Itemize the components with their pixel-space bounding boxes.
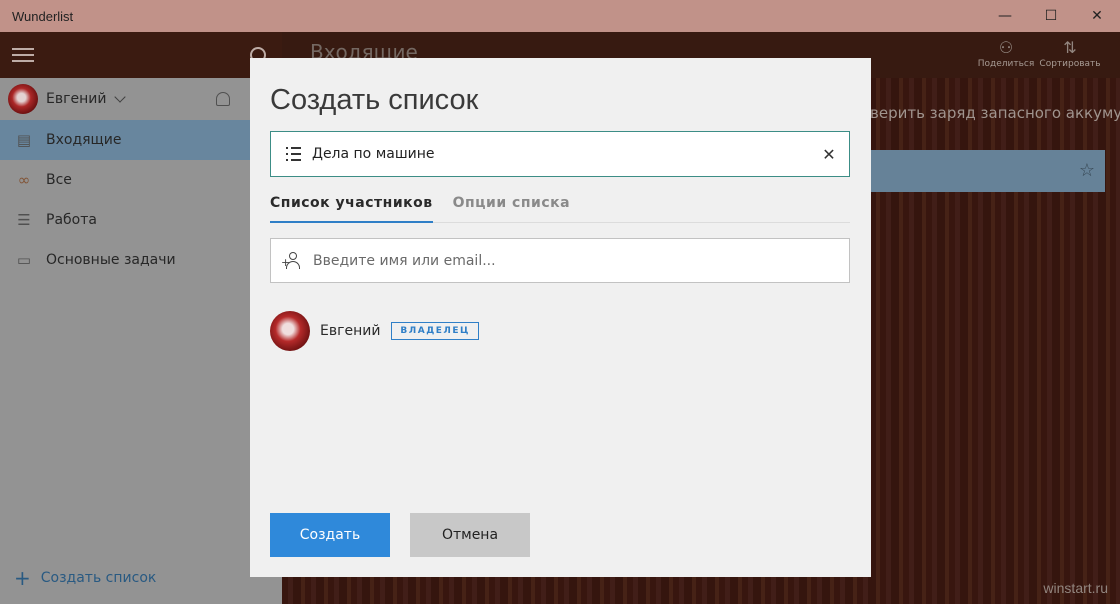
tab-members[interactable]: Список участников	[270, 195, 433, 223]
create-list-dialog: Создать список ✕ Список участников Опции…	[250, 58, 871, 577]
add-user-icon: +	[281, 251, 303, 271]
title-bar: Wunderlist — ☐ ✕	[0, 0, 1120, 32]
maximize-button[interactable]: ☐	[1028, 0, 1074, 32]
tab-list-options[interactable]: Опции списка	[453, 195, 570, 223]
clear-icon[interactable]: ✕	[809, 132, 849, 176]
avatar	[270, 311, 310, 351]
dialog-tabs: Список участников Опции списка	[270, 195, 850, 223]
app-title: Wunderlist	[12, 8, 74, 24]
list-name-input[interactable]	[312, 146, 809, 162]
list-icon	[286, 147, 302, 161]
member-name: Евгений	[320, 323, 381, 339]
dialog-title: Создать список	[270, 84, 479, 116]
minimize-button[interactable]: —	[982, 0, 1028, 32]
owner-badge: ВЛАДЕЛЕЦ	[391, 322, 479, 340]
create-button[interactable]: Создать	[270, 513, 390, 557]
cancel-button[interactable]: Отмена	[410, 513, 530, 557]
member-search-field[interactable]: +	[270, 238, 850, 283]
close-window-button[interactable]: ✕	[1074, 0, 1120, 32]
member-input[interactable]	[313, 252, 849, 269]
list-name-field[interactable]: ✕	[270, 131, 850, 177]
member-row: Евгений ВЛАДЕЛЕЦ	[270, 311, 479, 351]
